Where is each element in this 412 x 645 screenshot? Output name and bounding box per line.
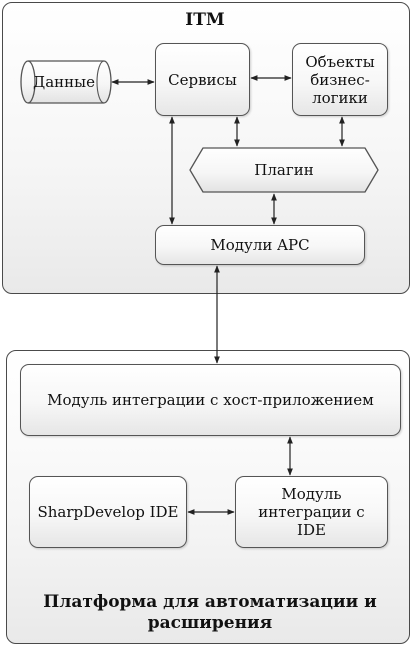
data-label: Данные [33, 73, 95, 91]
itm-title: ITM [185, 10, 225, 30]
host-integration-box: Модуль интеграции с хост-приложением [20, 364, 401, 436]
platform-title: Платформа для автоматизации и расширения [43, 592, 377, 634]
ide-integration-box: Модуль интеграции с IDE [235, 476, 388, 548]
business-objects-box: Объекты бизнес-логики [292, 43, 388, 116]
services-box: Сервисы [155, 43, 250, 116]
sharpdevelop-ide-box: SharpDevelop IDE [29, 476, 187, 548]
plugin-label: Плагин [254, 161, 314, 179]
apc-modules-box: Модули APC [155, 225, 365, 265]
